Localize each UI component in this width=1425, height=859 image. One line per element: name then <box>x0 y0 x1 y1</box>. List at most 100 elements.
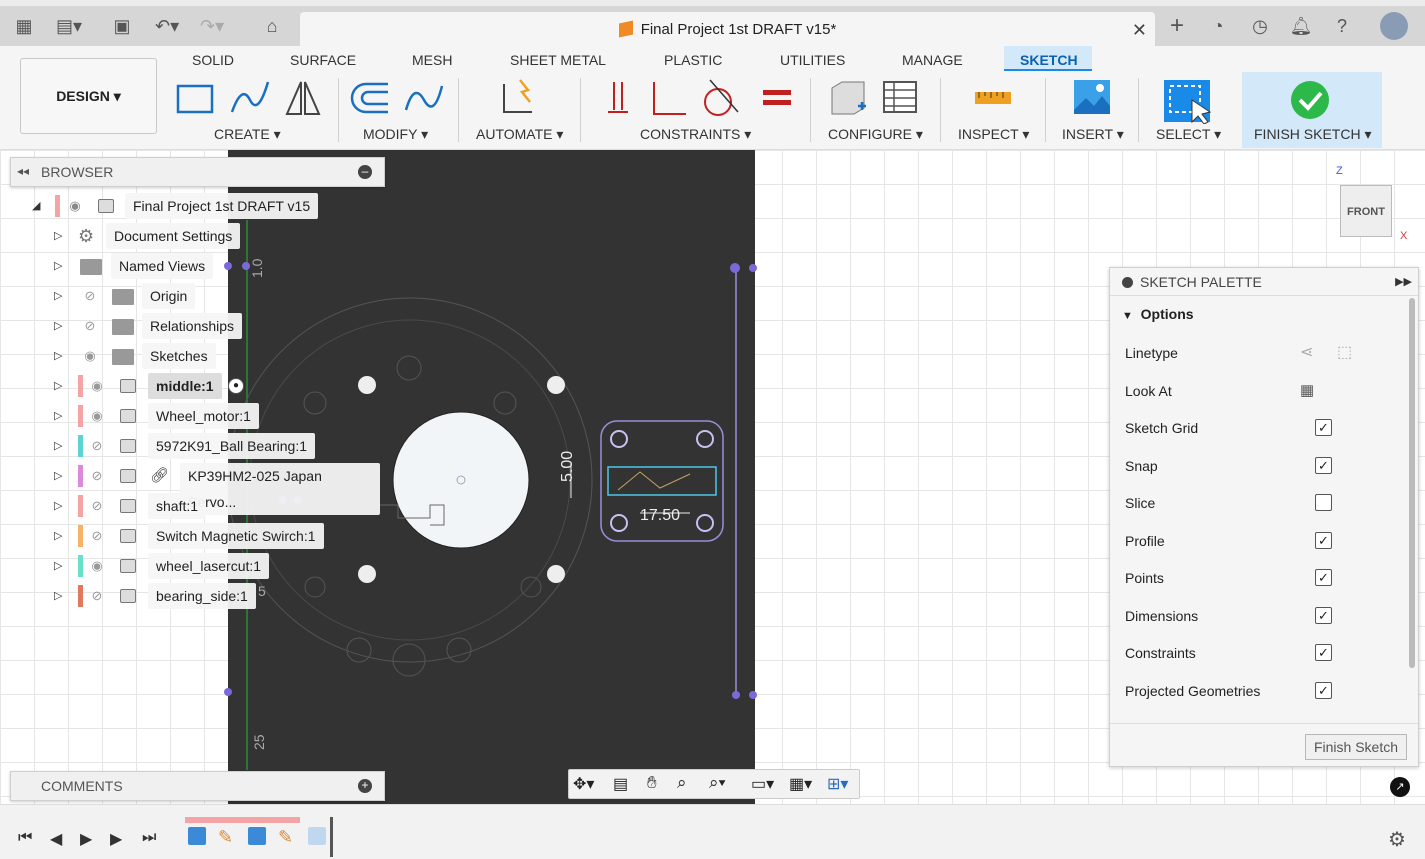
active-component-radio-icon[interactable]: ● <box>228 378 244 394</box>
grid-settings-icon[interactable]: ▦▾ <box>789 774 812 794</box>
hidden-eye-icon[interactable]: ⊘ <box>87 583 107 609</box>
timeline-feature-sketch[interactable]: ✎ <box>218 827 233 848</box>
timeline-next-icon[interactable]: ▶︎ <box>110 829 122 849</box>
parameters-icon[interactable] <box>828 78 868 118</box>
help-icon[interactable]: ? <box>1330 14 1354 38</box>
tab-mesh[interactable]: MESH <box>412 52 452 68</box>
avatar[interactable] <box>1380 12 1408 40</box>
browser-minimize-icon[interactable]: – <box>358 165 372 179</box>
timeline-last-icon[interactable]: ⏭ <box>142 829 156 847</box>
group-modify[interactable]: MODIFY ▾ <box>363 126 428 143</box>
redo-icon[interactable]: ↷▾ <box>200 14 224 38</box>
measure-icon[interactable] <box>973 78 1013 118</box>
dimensions-checkbox[interactable]: ✓ <box>1315 607 1332 624</box>
equal-constraint-icon[interactable] <box>757 78 797 118</box>
profile-checkbox[interactable]: ✓ <box>1315 532 1332 549</box>
tab-utilities[interactable]: UTILITIES <box>780 52 845 68</box>
tree-item-japan-servo[interactable]: ▷ ⊘ 🔗︎ KP39HM2-025 Japan Servo... <box>50 463 380 515</box>
tree-item-wheel-lasercut[interactable]: ▷ ◉ wheel_lasercut:1 <box>50 553 300 579</box>
dimension-17-50[interactable]: 17.50 <box>640 507 680 524</box>
expand-icon[interactable]: ▷ <box>54 373 66 399</box>
file-menu-icon[interactable]: ▤▾ <box>56 14 82 38</box>
group-finish-sketch[interactable]: FINISH SKETCH ▾ <box>1254 126 1372 143</box>
display-settings-icon[interactable]: ▭▾ <box>751 774 774 794</box>
mirror-tool-icon[interactable] <box>283 78 323 118</box>
expand-icon[interactable]: ▷ <box>54 403 66 429</box>
home-icon[interactable]: ⌂ <box>260 14 284 38</box>
workspace-switcher[interactable]: DESIGN ▾ <box>20 58 157 134</box>
expand-icon[interactable]: ▷ <box>54 253 66 279</box>
expand-icon[interactable]: ▷ <box>54 463 66 489</box>
tab-sheet-metal[interactable]: SHEET METAL <box>510 52 606 68</box>
options-section-toggle[interactable]: ▼ Options <box>1122 306 1194 322</box>
group-configure[interactable]: CONFIGURE ▾ <box>828 126 923 143</box>
undo-icon[interactable]: ↶▾ <box>155 14 179 38</box>
orbit-icon[interactable]: ✥▾ <box>573 774 594 794</box>
apps-grid-icon[interactable]: ▦ <box>12 14 36 38</box>
expand-icon[interactable]: ▷ <box>54 523 66 549</box>
timeline-prev-icon[interactable]: ◀︎ <box>50 829 62 849</box>
tree-item-shaft[interactable]: ▷ ⊘ shaft:1 <box>50 493 300 519</box>
group-constraints[interactable]: CONSTRAINTS ▾ <box>640 126 751 143</box>
hidden-eye-icon[interactable]: ⊘ <box>87 433 107 459</box>
group-inspect[interactable]: INSPECT ▾ <box>958 126 1029 143</box>
expand-icon[interactable]: ▷ <box>54 313 66 339</box>
automate-dimension-icon[interactable] <box>498 78 538 118</box>
job-status-icon[interactable]: ◷ <box>1248 14 1272 38</box>
zoom-window-icon[interactable]: ⌕▾ <box>709 773 726 793</box>
timeline-marker[interactable] <box>330 817 333 857</box>
construction-linetype-icon[interactable]: ⋖ <box>1300 341 1313 365</box>
expand-icon[interactable]: ▷ <box>54 223 66 249</box>
hidden-eye-icon[interactable]: ⊘ <box>80 313 100 339</box>
add-comment-icon[interactable]: + <box>358 779 372 793</box>
extend-tool-icon[interactable] <box>404 78 444 118</box>
rectangle-tool-icon[interactable] <box>175 78 215 118</box>
group-select[interactable]: SELECT ▾ <box>1156 126 1221 143</box>
hidden-eye-icon[interactable]: ⊘ <box>80 283 100 309</box>
hidden-eye-icon[interactable]: ⊘ <box>87 523 107 549</box>
look-at-icon[interactable]: ▦ <box>1300 379 1314 403</box>
look-at-nav-icon[interactable]: ▤ <box>613 774 628 794</box>
timeline-feature-sketch[interactable]: ✎ <box>278 827 293 848</box>
tree-item-wheel-motor[interactable]: ▷ ◉ Wheel_motor:1 <box>50 403 300 429</box>
perpendicular-constraint-icon[interactable] <box>648 78 688 118</box>
tree-item-origin[interactable]: ▷ ⊘ Origin <box>50 283 300 309</box>
tree-item-document-settings[interactable]: ▷ ⚙ Document Settings <box>50 223 300 249</box>
viewports-icon[interactable]: ⊞▾ <box>827 774 848 794</box>
dimension-5-00[interactable]: 5.00 <box>559 451 576 482</box>
collapse-root-icon[interactable]: ◢ <box>32 193 44 219</box>
tangent-constraint-icon[interactable] <box>700 78 740 118</box>
projected-geometries-checkbox[interactable]: ✓ <box>1315 682 1332 699</box>
finish-sketch-button[interactable]: Finish Sketch <box>1305 734 1407 760</box>
tree-item-bearing-side[interactable]: ▷ ⊘ bearing_side:1 <box>50 583 300 609</box>
spline-tool-icon[interactable] <box>230 78 270 118</box>
dimension-25[interactable]: 25 <box>251 734 267 750</box>
expand-icon[interactable]: ▷ <box>54 343 66 369</box>
points-checkbox[interactable]: ✓ <box>1315 569 1332 586</box>
sketch-grid-checkbox[interactable]: ✓ <box>1315 419 1332 436</box>
close-tab-icon[interactable]: ✕ <box>1132 12 1147 48</box>
tree-item-magnetic-switch[interactable]: ▷ ⊘ Switch Magnetic Swirch:1 <box>50 523 350 549</box>
tree-item-middle[interactable]: ▷ ◉ middle:1 ● <box>50 373 300 399</box>
group-insert[interactable]: INSERT ▾ <box>1062 126 1124 143</box>
tab-plastic[interactable]: PLASTIC <box>664 52 722 68</box>
snap-checkbox[interactable]: ✓ <box>1315 457 1332 474</box>
app-status-icon[interactable]: ↗ <box>1390 777 1410 797</box>
offset-tool-icon[interactable] <box>350 78 390 118</box>
hidden-eye-icon[interactable]: ⊘ <box>87 463 107 489</box>
visibility-eye-icon[interactable]: ◉ <box>87 373 107 399</box>
save-icon[interactable]: ▣ <box>110 14 134 38</box>
timeline-feature-component[interactable] <box>188 827 206 845</box>
visibility-eye-icon[interactable]: ◉ <box>80 343 100 369</box>
tree-item-named-views[interactable]: ▷ Named Views <box>50 253 300 279</box>
expand-icon[interactable]: ▷ <box>54 553 66 579</box>
hidden-eye-icon[interactable]: ⊘ <box>87 493 107 519</box>
timeline-play-icon[interactable]: ▶︎ <box>80 829 92 849</box>
visibility-eye-icon[interactable]: ◉ <box>87 403 107 429</box>
settings-gear-icon[interactable]: ⚙ <box>1388 827 1406 852</box>
finish-sketch-check-icon[interactable] <box>1290 80 1330 120</box>
palette-scrollbar[interactable] <box>1409 298 1415 668</box>
notifications-icon[interactable]: 🔔︎ <box>1289 14 1313 38</box>
tree-item-sketches[interactable]: ▷ ◉ Sketches <box>50 343 300 369</box>
expand-icon[interactable]: ▷ <box>54 493 66 519</box>
